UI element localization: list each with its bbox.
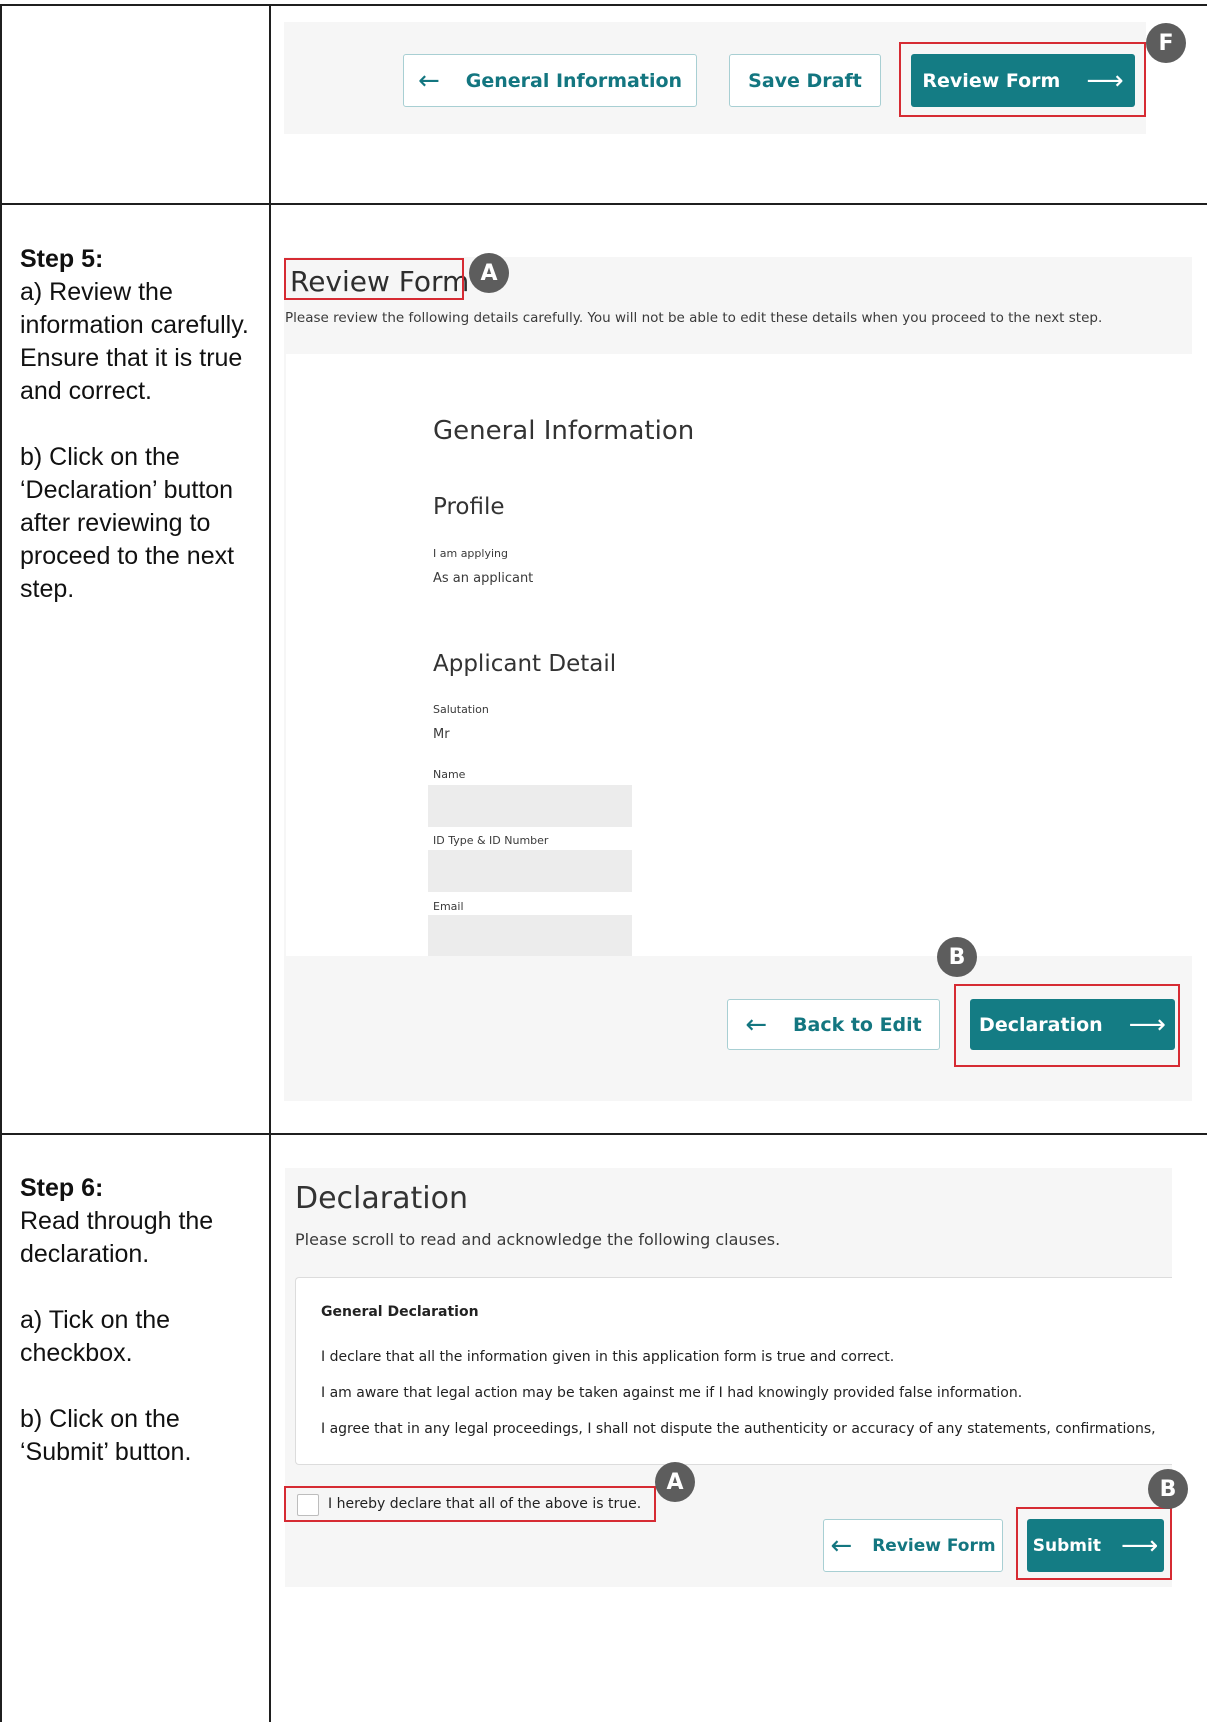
declaration-clause-1: I declare that all the information given… [321, 1349, 895, 1365]
checkbox-highlight [284, 1486, 656, 1522]
review-form-subtitle: Please review the following details care… [285, 310, 1103, 326]
applying-value: As an applicant [433, 571, 534, 586]
general-information-label: General Information [465, 69, 683, 92]
declaration-subtitle: Please scroll to read and acknowledge th… [295, 1230, 781, 1249]
badge-a-review: A [469, 253, 509, 293]
step5-instructions: Step 5: a) Review the information carefu… [20, 243, 260, 639]
step5-para-b: b) Click on the ‘Declaration’ button aft… [20, 443, 235, 603]
declaration-title: Declaration [295, 1181, 468, 1216]
review-form-content [286, 354, 1192, 956]
applying-label: I am applying [433, 547, 508, 560]
arrow-left-icon: ← [745, 1009, 768, 1040]
save-draft-button[interactable]: Save Draft [729, 54, 881, 107]
step6-title: Step 6: [20, 1174, 104, 1202]
declaration-highlight [954, 984, 1180, 1067]
save-draft-label: Save Draft [748, 69, 862, 92]
review-form-back-button[interactable]: ← Review Form [823, 1519, 1003, 1572]
badge-b-declaration: B [1148, 1469, 1188, 1509]
step6-instructions: Step 6: Read through the declaration. a)… [20, 1172, 260, 1502]
name-label: Name [433, 768, 466, 781]
id-value-redacted [428, 850, 632, 892]
general-information-button[interactable]: ← General Information [403, 54, 697, 107]
table-border-left [0, 4, 2, 1722]
declaration-clause-3: I agree that in any legal proceedings, I… [321, 1421, 1156, 1437]
table-border-row1 [0, 203, 1207, 205]
step5-para-a: a) Review the information carefully. Ens… [20, 278, 249, 405]
salutation-value: Mr [433, 727, 450, 742]
review-form-title-highlight [284, 258, 464, 300]
step6-intro: Read through the declaration. [20, 1207, 214, 1268]
badge-b-review: B [937, 937, 977, 977]
table-border-top [0, 4, 1207, 6]
table-border-row2 [0, 1133, 1207, 1135]
review-form-back-label: Review Form [872, 1535, 996, 1556]
step6-para-b: b) Click on the ‘Submit’ button. [20, 1405, 192, 1466]
arrow-left-icon: ← [417, 65, 440, 96]
back-to-edit-label: Back to Edit [793, 1013, 922, 1036]
submit-highlight [1016, 1507, 1172, 1580]
section-general-information: General Information [433, 416, 695, 446]
section-applicant-detail: Applicant Detail [433, 651, 617, 677]
name-value-redacted [428, 785, 632, 827]
arrow-left-icon: ← [830, 1530, 853, 1561]
table-border-middle [269, 4, 271, 1722]
step5-title: Step 5: [20, 245, 104, 273]
declaration-clause-2: I am aware that legal action may be take… [321, 1385, 1023, 1401]
badge-a-declaration: A [655, 1462, 695, 1502]
section-profile: Profile [433, 494, 505, 520]
back-to-edit-button[interactable]: ← Back to Edit [727, 999, 940, 1050]
salutation-label: Salutation [433, 703, 489, 716]
email-label: Email [433, 900, 464, 913]
declaration-box-heading: General Declaration [321, 1304, 479, 1320]
review-form-highlight [899, 42, 1146, 117]
email-value-redacted [428, 915, 632, 956]
id-label: ID Type & ID Number [433, 834, 549, 847]
step6-para-a: a) Tick on the checkbox. [20, 1306, 171, 1367]
badge-f: F [1146, 23, 1186, 63]
